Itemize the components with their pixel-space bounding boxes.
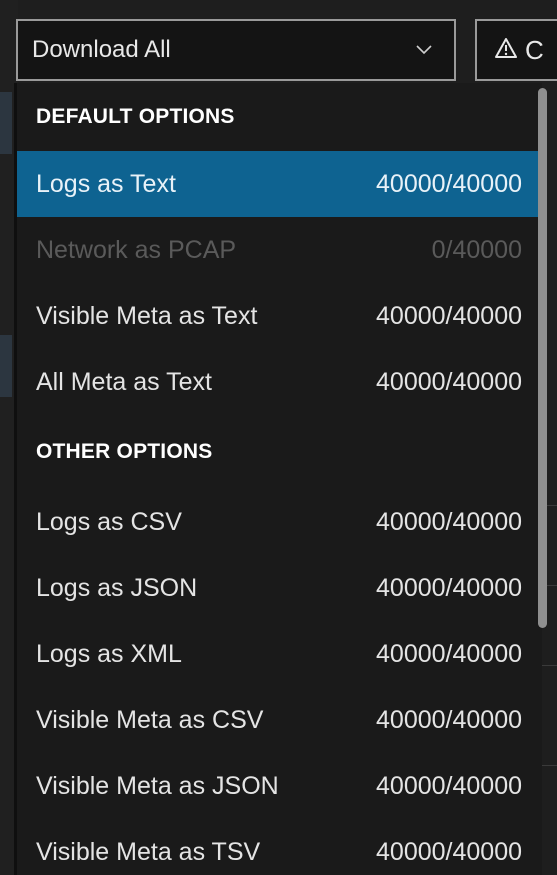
option-network-as-pcap: Network as PCAP 0/40000: [17, 217, 542, 283]
option-logs-as-csv[interactable]: Logs as CSV 40000/40000: [17, 489, 542, 555]
option-count: 40000/40000: [376, 639, 522, 668]
option-count: 40000/40000: [376, 507, 522, 536]
background-divider: [540, 665, 557, 666]
option-logs-as-text[interactable]: Logs as Text 40000/40000: [17, 151, 542, 217]
option-label: Logs as CSV: [36, 507, 182, 536]
download-options-menu: DEFAULT OPTIONS Logs as Text 40000/40000…: [14, 83, 542, 875]
background-row-highlight: [0, 335, 12, 397]
option-visible-meta-as-text[interactable]: Visible Meta as Text 40000/40000: [17, 283, 542, 349]
option-label: All Meta as Text: [36, 367, 213, 396]
download-select[interactable]: Download All: [16, 19, 456, 81]
option-count: 40000/40000: [376, 705, 522, 734]
option-count: 40000/40000: [376, 367, 522, 396]
group-header-other-options: OTHER OPTIONS: [36, 440, 213, 463]
option-label: Visible Meta as CSV: [36, 705, 264, 734]
option-visible-meta-as-csv[interactable]: Visible Meta as CSV 40000/40000: [17, 687, 542, 753]
option-logs-as-xml[interactable]: Logs as XML 40000/40000: [17, 621, 542, 687]
option-label: Logs as JSON: [36, 573, 198, 602]
warning-button[interactable]: C: [475, 19, 557, 81]
option-logs-as-json[interactable]: Logs as JSON 40000/40000: [17, 555, 542, 621]
download-dialog-area: Download All C DEFAULT OPTIONS Logs as T…: [0, 0, 557, 875]
background-divider: [540, 765, 557, 766]
option-label: Visible Meta as TSV: [36, 837, 261, 866]
option-label: Network as PCAP: [36, 235, 237, 264]
background-row-highlight: [0, 92, 12, 154]
option-label: Visible Meta as JSON: [36, 771, 279, 800]
chevron-down-icon: [412, 38, 436, 62]
option-count: 40000/40000: [376, 573, 522, 602]
menu-scrollbar[interactable]: [538, 88, 547, 628]
option-label: Visible Meta as Text: [36, 301, 258, 330]
option-label: Logs as XML: [36, 639, 182, 668]
warning-button-label: C: [525, 34, 544, 65]
option-label: Logs as Text: [36, 169, 176, 198]
download-select-value: Download All: [32, 36, 171, 63]
warning-triangle-icon: [495, 37, 517, 64]
group-header-default-options: DEFAULT OPTIONS: [36, 105, 235, 128]
option-count: 40000/40000: [376, 301, 522, 330]
option-count: 0/40000: [431, 235, 522, 264]
option-count: 40000/40000: [376, 169, 522, 198]
option-visible-meta-as-tsv[interactable]: Visible Meta as TSV 40000/40000: [17, 819, 542, 875]
option-count: 40000/40000: [376, 837, 522, 866]
option-count: 40000/40000: [376, 771, 522, 800]
option-all-meta-as-text[interactable]: All Meta as Text 40000/40000: [17, 349, 542, 415]
option-visible-meta-as-json[interactable]: Visible Meta as JSON 40000/40000: [17, 753, 542, 819]
